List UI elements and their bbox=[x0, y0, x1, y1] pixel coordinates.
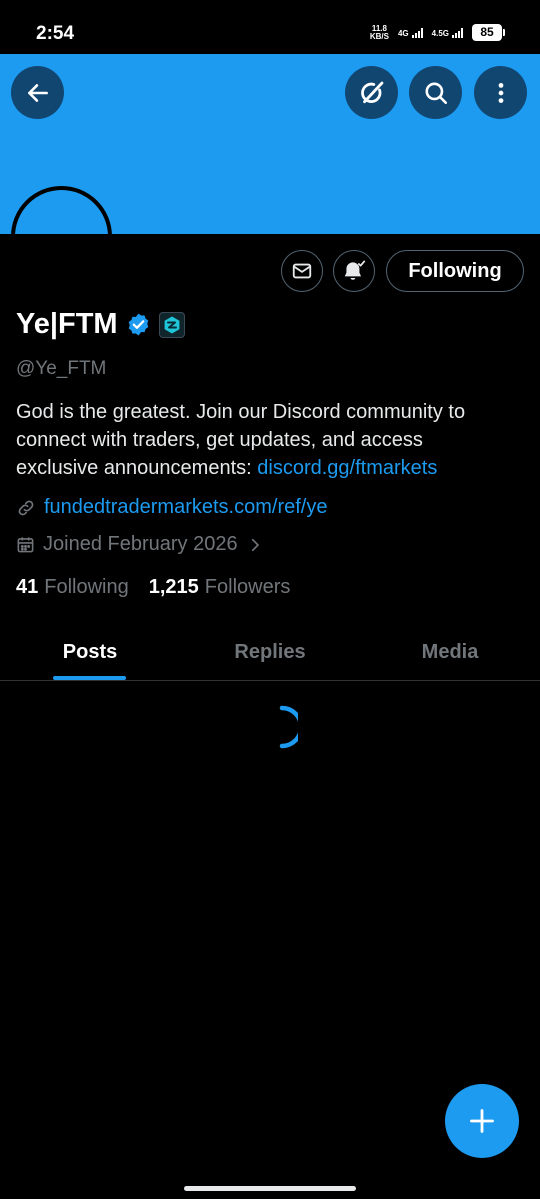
network-speed: 11.8 KB/S bbox=[369, 23, 389, 41]
plus-icon bbox=[470, 1109, 494, 1133]
tab-media[interactable]: Media bbox=[360, 624, 540, 680]
message-button[interactable] bbox=[281, 250, 323, 292]
home-indicator[interactable] bbox=[184, 1186, 356, 1191]
arrow-left-icon bbox=[27, 83, 48, 102]
battery-icon: 85 bbox=[472, 24, 505, 41]
bio: God is the greatest. Join our Discord co… bbox=[16, 398, 506, 482]
website-link[interactable]: fundedtradermarkets.com/ref/ye bbox=[44, 496, 327, 519]
notifications-button[interactable] bbox=[333, 250, 375, 292]
loading-spinner-icon bbox=[279, 705, 298, 749]
compose-button[interactable] bbox=[445, 1084, 519, 1158]
tab-replies[interactable]: Replies bbox=[180, 624, 360, 680]
link-icon bbox=[18, 500, 34, 515]
joined-row[interactable]: Joined February 2026 bbox=[16, 533, 264, 556]
website-row: fundedtradermarkets.com/ref/ye bbox=[16, 496, 327, 519]
bell-check-icon bbox=[344, 260, 366, 280]
search-button[interactable] bbox=[409, 66, 462, 119]
name-row: Ye|FTM bbox=[16, 308, 185, 341]
status-time: 2:54 bbox=[36, 23, 75, 44]
tab-posts[interactable]: Posts bbox=[0, 624, 180, 680]
user-handle: @Ye_FTM bbox=[16, 358, 107, 379]
status-bar: 2:54 11.8 KB/S 4G 4.5G 85 bbox=[0, 0, 540, 54]
more-button[interactable] bbox=[474, 66, 527, 119]
followers-label[interactable]: Followers bbox=[205, 576, 291, 599]
profile-tabs: Posts Replies Media bbox=[0, 624, 540, 681]
bio-link[interactable]: discord.gg/ftmarkets bbox=[257, 457, 437, 479]
status-indicators: 11.8 KB/S 4G 4.5G 85 bbox=[369, 23, 505, 41]
following-button[interactable]: Following bbox=[386, 250, 524, 292]
following-count[interactable]: 41 bbox=[16, 576, 38, 599]
affiliate-badge-icon[interactable] bbox=[158, 311, 185, 338]
signal-45g-icon: 4.5G bbox=[432, 27, 463, 38]
calendar-icon bbox=[17, 537, 34, 553]
verified-badge-icon[interactable] bbox=[126, 312, 151, 337]
following-label[interactable]: Following bbox=[44, 576, 128, 599]
grok-icon bbox=[360, 81, 383, 103]
followers-count[interactable]: 1,215 bbox=[149, 576, 199, 599]
joined-date: Joined February 2026 bbox=[43, 533, 238, 555]
follow-stats: 41 Following 1,215 Followers bbox=[16, 576, 310, 599]
grok-button[interactable] bbox=[345, 66, 398, 119]
active-tab-indicator bbox=[53, 676, 126, 680]
envelope-icon bbox=[292, 263, 312, 279]
signal-4g-icon: 4G bbox=[398, 27, 423, 38]
back-button[interactable] bbox=[11, 66, 64, 119]
display-name: Ye|FTM bbox=[16, 308, 118, 340]
more-vertical-icon bbox=[498, 82, 503, 103]
chevron-right-icon bbox=[251, 538, 259, 551]
search-icon bbox=[424, 81, 447, 104]
